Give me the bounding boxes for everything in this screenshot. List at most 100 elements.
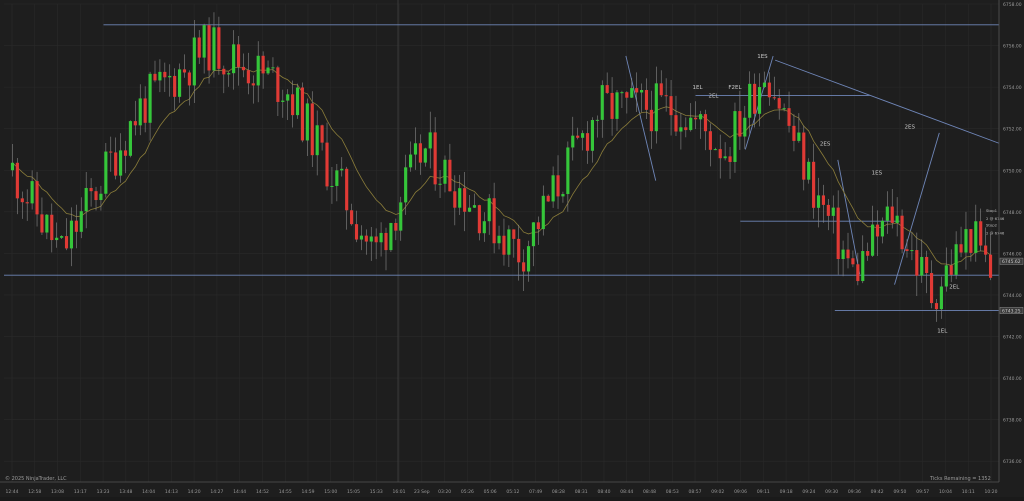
order-label: Stop2 [986,222,998,227]
candle-up [497,235,501,244]
candle-up [679,127,683,132]
candle-up [212,27,216,71]
x-tick-label: 09:24 [802,489,815,495]
candle-down [40,214,44,233]
candle-up [880,220,884,237]
candle-down [241,66,246,71]
candle-down [767,82,771,98]
candle-down [173,75,177,97]
y-tick-label: 6742.00 [1003,335,1022,341]
candle-down [536,222,540,230]
candle-down [246,70,250,84]
candle-down [133,121,137,126]
x-tick-label: 08:28 [552,489,565,495]
x-tick-label: 09:02 [711,489,724,495]
candle-up [443,159,447,184]
candle-up [340,168,344,171]
x-tick-label: 13:08 [51,489,64,495]
candle-down [502,235,506,255]
candle-down [291,94,295,116]
candle-up [974,221,978,253]
candle-down [463,188,467,212]
x-tick-label: 14:52 [256,489,269,495]
x-tick-label: 13:48 [119,489,132,495]
candle-up [910,250,914,252]
candle-down [517,238,521,263]
y-tick-label: 6744.00 [1003,293,1022,299]
candle-up [104,151,108,194]
candle-down [812,161,816,208]
candle-up [158,71,162,81]
candle-up [227,73,231,75]
candle-up [55,237,59,241]
x-tick-label: 10:11 [962,489,975,495]
y-tick-label: 6746.00 [1003,251,1022,257]
order-label: Stop1 [986,208,998,213]
candle-up [939,286,943,310]
candle-up [79,211,83,232]
candle-up [138,98,142,126]
candle-up [467,207,472,212]
candle-down [123,150,128,156]
candle-down [143,98,147,123]
candle-down [929,273,934,304]
candle-down [556,175,560,197]
candle-up [60,236,64,238]
x-tick-label: 08:57 [689,489,702,495]
candle-down [492,198,496,244]
candle-down [222,68,226,75]
candle-up [295,87,300,116]
y-tick-label: 6756.00 [1003,44,1022,50]
candle-down [969,229,973,253]
y-tick-label: 6758.00 [1003,2,1022,8]
candle-up [581,133,585,138]
candle-up [561,194,565,197]
candle-up [423,148,427,163]
x-tick-label: 07:49 [529,489,542,495]
y-tick-label: 6750.00 [1003,168,1022,174]
x-tick-label: 13:17 [74,489,87,495]
candle-up [748,83,752,118]
signal-label: 1ES [872,170,883,176]
signal-label: 1ES [757,54,768,60]
candle-up [69,220,74,249]
candle-down [659,83,663,96]
candle-down [364,235,368,242]
x-tick-label: 14:27 [210,489,223,495]
candle-up [45,214,49,233]
candle-up [458,188,462,208]
candle-up [590,120,595,151]
candle-down [20,198,24,203]
candle-up [359,235,363,240]
candle-down [15,162,19,199]
candle-up [286,94,290,101]
candle-down [310,103,314,156]
candle-down [915,250,919,276]
x-tick-label: 14:44 [233,489,246,495]
candle-up [595,119,599,121]
candle-down [703,114,708,132]
candle-up [119,150,123,176]
x-tick-label: 12:58 [28,489,41,495]
candle-up [733,111,737,162]
x-tick-label: 03:20 [438,489,451,495]
candle-down [984,245,988,255]
x-tick-label: 10:20 [985,489,998,495]
candle-down [50,214,54,241]
candle-down [453,191,457,208]
signal-label: 2ES [904,125,915,131]
x-tick-label: 05:26 [461,489,474,495]
candle-up [841,249,845,260]
candle-up [472,205,477,208]
candle-down [345,168,349,211]
candle-up [413,143,418,155]
price-chart[interactable]: 1ES 1EL F2EL 2EL 2ES 1ES 2ES 2EL 1EL Stop1 2 @ 674… [0,0,1024,497]
x-tick-label: 09:57 [916,489,929,495]
candle-down [114,152,118,176]
candle-down [261,55,265,74]
candle-up [895,215,899,223]
candle-down [109,151,113,153]
x-tick-label: 15:00 [324,489,337,495]
candle-down [826,204,830,216]
candle-up [630,88,634,98]
